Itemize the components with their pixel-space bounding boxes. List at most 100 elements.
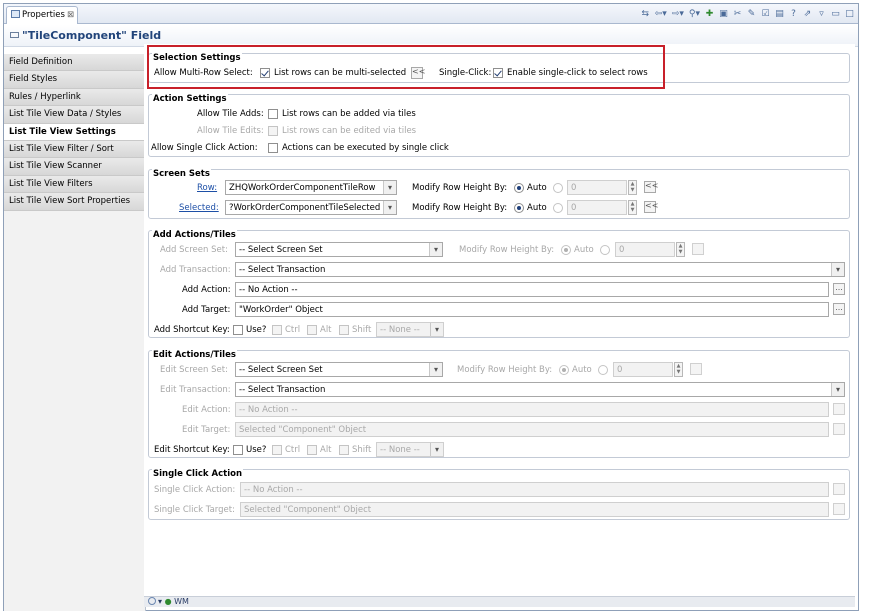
sidebar-item-list-tile-view-sort-properties[interactable]: List Tile View Sort Properties: [4, 193, 145, 211]
link-icon[interactable]: ⇆: [641, 9, 650, 19]
add-target-browse-button[interactable]: ...: [833, 303, 845, 315]
allow-tile-edits-label: Allow Tile Edits:: [197, 126, 264, 136]
minimize-icon[interactable]: ▭: [831, 9, 840, 19]
allow-tile-adds-checkbox[interactable]: [268, 109, 278, 119]
single-click-checkbox[interactable]: [493, 68, 503, 78]
settings-panel: Selection Settings Allow Multi-Row Selec…: [144, 44, 855, 607]
selection-settings-group: Selection Settings Allow Multi-Row Selec…: [148, 53, 850, 83]
sidebar-item-list-tile-view-settings[interactable]: List Tile View Settings: [4, 123, 145, 141]
sidebar-item-list-tile-view-data-styles[interactable]: List Tile View Data / Styles: [4, 106, 145, 124]
edit-shift-checkbox[interactable]: [339, 445, 349, 455]
cut-icon[interactable]: ✂: [733, 9, 742, 19]
history-icon[interactable]: ⚲▾: [689, 9, 700, 19]
single-click-action-title: Single Click Action: [152, 469, 244, 479]
edit-shortcut-key-select[interactable]: -- None --: [376, 442, 444, 457]
multi-row-button[interactable]: <<: [411, 67, 425, 79]
new-icon[interactable]: ▣: [719, 9, 728, 19]
single-click-action-input[interactable]: -- No Action --: [240, 482, 829, 497]
help-icon[interactable]: ?: [789, 9, 798, 19]
edit-auto-radio[interactable]: [559, 365, 569, 375]
add-ctrl-checkbox[interactable]: [272, 325, 282, 335]
sidebar-item-field-styles[interactable]: Field Styles: [4, 71, 145, 89]
selected-auto-radio[interactable]: [514, 203, 524, 213]
field-icon: [10, 32, 19, 38]
close-icon[interactable]: ⊠: [67, 10, 74, 20]
action-settings-title: Action Settings: [152, 94, 228, 104]
edit-ctrl-checkbox[interactable]: [272, 445, 282, 455]
edit-height-radio[interactable]: [598, 365, 608, 375]
selected-height-radio[interactable]: [553, 203, 563, 213]
edit-ctrl-label: Ctrl: [285, 445, 301, 455]
connection-icon[interactable]: [148, 597, 156, 605]
add-auto-radio[interactable]: [561, 245, 571, 255]
maximize-icon[interactable]: □: [845, 9, 854, 19]
allow-tile-edits-checkbox[interactable]: [268, 126, 278, 136]
add-shortcut-key-label: Add Shortcut Key:: [154, 325, 230, 335]
edit-shift-label: Shift: [352, 445, 372, 455]
export-icon[interactable]: ⇗: [803, 9, 812, 19]
sidebar-item-list-tile-view-filters[interactable]: List Tile View Filters: [4, 175, 145, 194]
edit-height-input[interactable]: 0: [613, 362, 673, 377]
selected-height-input[interactable]: 0: [567, 200, 627, 215]
check-icon[interactable]: ☑: [761, 9, 770, 19]
row-height-radio[interactable]: [553, 183, 563, 193]
selected-screen-set-link[interactable]: Selected:: [179, 203, 219, 213]
add-height-spinner[interactable]: ▲ ▼: [676, 242, 685, 257]
edit-use-checkbox[interactable]: [233, 445, 243, 455]
save-icon[interactable]: ▤: [775, 9, 784, 19]
edit-height-spinner[interactable]: ▲ ▼: [674, 362, 683, 377]
edit-icon[interactable]: ✎: [747, 9, 756, 19]
row-height-input[interactable]: 0: [567, 180, 627, 195]
allow-tile-adds-checkbox-label: List rows can be added via tiles: [282, 109, 416, 119]
add-transaction-select[interactable]: -- Select Transaction: [235, 262, 845, 277]
add-height-input[interactable]: 0: [615, 242, 675, 257]
add-action-browse-button[interactable]: ...: [833, 283, 845, 295]
forward-icon[interactable]: ⇨▾: [672, 9, 684, 19]
single-click-action-browse-button[interactable]: [833, 483, 845, 495]
add-height-button[interactable]: [692, 243, 704, 255]
single-click-target-browse-button[interactable]: [833, 503, 845, 515]
selected-screen-set-select[interactable]: ?WorkOrderComponentTileSelected: [225, 200, 397, 215]
edit-target-browse-button[interactable]: [833, 423, 845, 435]
row-height-spinner[interactable]: ▲ ▼: [628, 180, 637, 195]
back-icon[interactable]: ⇦▾: [655, 9, 667, 19]
add-action-input[interactable]: -- No Action --: [235, 282, 829, 297]
selected-height-spinner[interactable]: ▲ ▼: [628, 200, 637, 215]
allow-tile-adds-label: Allow Tile Adds:: [197, 109, 264, 119]
sidebar-item-field-definition[interactable]: Field Definition: [4, 54, 145, 72]
add-alt-checkbox[interactable]: [307, 325, 317, 335]
edit-target-input[interactable]: Selected "Component" Object: [235, 422, 829, 437]
row-screen-set-link[interactable]: Row:: [197, 183, 217, 193]
single-click-checkbox-label: Enable single-click to select rows: [507, 68, 648, 78]
edit-action-input[interactable]: -- No Action --: [235, 402, 829, 417]
selected-height-button[interactable]: <<: [644, 201, 658, 213]
row-auto-radio[interactable]: [514, 183, 524, 193]
edit-transaction-select[interactable]: -- Select Transaction: [235, 382, 845, 397]
selection-settings-title: Selection Settings: [152, 53, 242, 63]
status-bar: ▾ ● WM: [144, 596, 855, 607]
edit-target-label: Edit Target:: [182, 425, 231, 435]
tab-properties[interactable]: Properties ⊠: [6, 6, 78, 24]
single-click-target-input[interactable]: Selected "Component" Object: [240, 502, 829, 517]
edit-height-button[interactable]: [690, 363, 702, 375]
add-shift-checkbox[interactable]: [339, 325, 349, 335]
multi-row-checkbox[interactable]: [260, 68, 270, 78]
edit-screen-set-select[interactable]: -- Select Screen Set: [235, 362, 443, 377]
edit-alt-checkbox[interactable]: [307, 445, 317, 455]
sidebar-item-list-tile-view-scanner[interactable]: List Tile View Scanner: [4, 158, 145, 176]
add-use-checkbox[interactable]: [233, 325, 243, 335]
add-screen-set-select[interactable]: -- Select Screen Set: [235, 242, 443, 257]
edit-action-browse-button[interactable]: [833, 403, 845, 415]
properties-icon: [11, 10, 20, 18]
add-target-input[interactable]: "WorkOrder" Object: [235, 302, 829, 317]
row-screen-set-select[interactable]: ZHQWorkOrderComponentTileRow: [225, 180, 397, 195]
add-shortcut-key-select[interactable]: -- None --: [376, 322, 444, 337]
sidebar-item-rules-hyperlink[interactable]: Rules / Hyperlink: [4, 88, 145, 107]
add-height-radio[interactable]: [600, 245, 610, 255]
sidebar-item-list-tile-view-filter-sort[interactable]: List Tile View Filter / Sort: [4, 140, 145, 159]
add-icon[interactable]: ✚: [705, 9, 714, 19]
view-menu-icon[interactable]: ▿: [817, 9, 826, 19]
row-height-button[interactable]: <<: [644, 181, 658, 193]
allow-single-click-action-checkbox[interactable]: [268, 143, 278, 153]
single-click-action-group: Single Click Action Single Click Action:…: [148, 469, 850, 520]
